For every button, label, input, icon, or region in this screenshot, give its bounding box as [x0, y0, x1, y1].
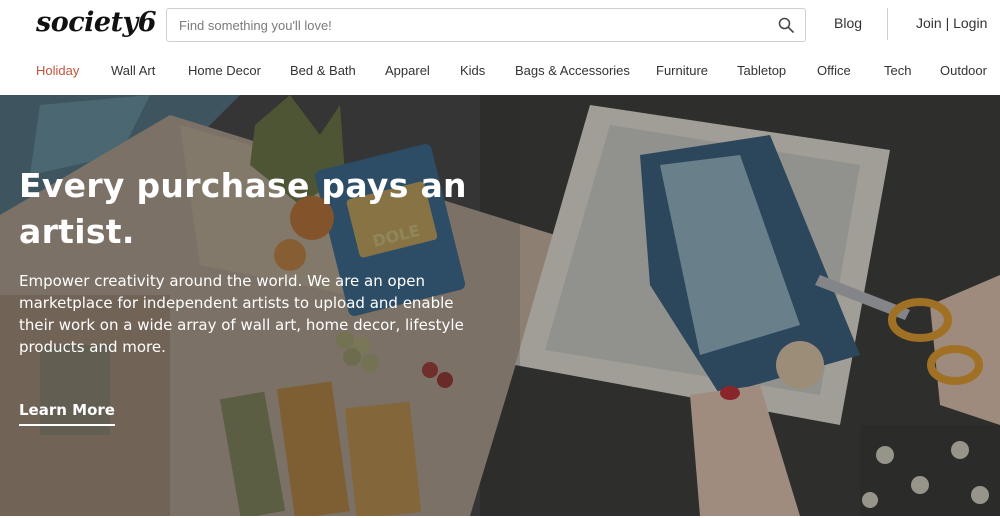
nav-item-holiday[interactable]: Holiday [36, 63, 79, 78]
nav-item-tech[interactable]: Tech [884, 63, 911, 78]
join-login-link[interactable]: Join | Login [916, 15, 987, 31]
nav-item-outdoor[interactable]: Outdoor [940, 63, 987, 78]
hero-description: Empower creativity around the world. We … [19, 272, 464, 356]
society6-logo[interactable]: society6 [36, 7, 157, 38]
header-divider [887, 8, 888, 40]
nav-item-home-decor[interactable]: Home Decor [188, 63, 261, 78]
hero-title: Every purchase pays an artist. [19, 166, 467, 251]
learn-more-link[interactable]: Learn More [19, 401, 115, 426]
blog-link[interactable]: Blog [834, 15, 862, 31]
nav-item-office[interactable]: Office [817, 63, 851, 78]
search-bar[interactable] [166, 8, 806, 42]
nav-item-furniture[interactable]: Furniture [656, 63, 708, 78]
nav-item-bed-bath[interactable]: Bed & Bath [290, 63, 356, 78]
nav-item-bags-accessories[interactable]: Bags & Accessories [515, 63, 630, 78]
search-input[interactable] [179, 16, 759, 34]
hero-banner: DOLE Every purchase pays an artist. Empo… [0, 95, 1000, 516]
nav-item-wall-art[interactable]: Wall Art [111, 63, 155, 78]
search-icon[interactable] [778, 17, 794, 33]
nav-item-tabletop[interactable]: Tabletop [737, 63, 786, 78]
nav-item-apparel[interactable]: Apparel [385, 63, 430, 78]
category-nav: Holiday Wall Art Home Decor Bed & Bath A… [0, 50, 1000, 95]
nav-item-kids[interactable]: Kids [460, 63, 485, 78]
site-header: society6 Blog Join | Login [0, 0, 1000, 50]
